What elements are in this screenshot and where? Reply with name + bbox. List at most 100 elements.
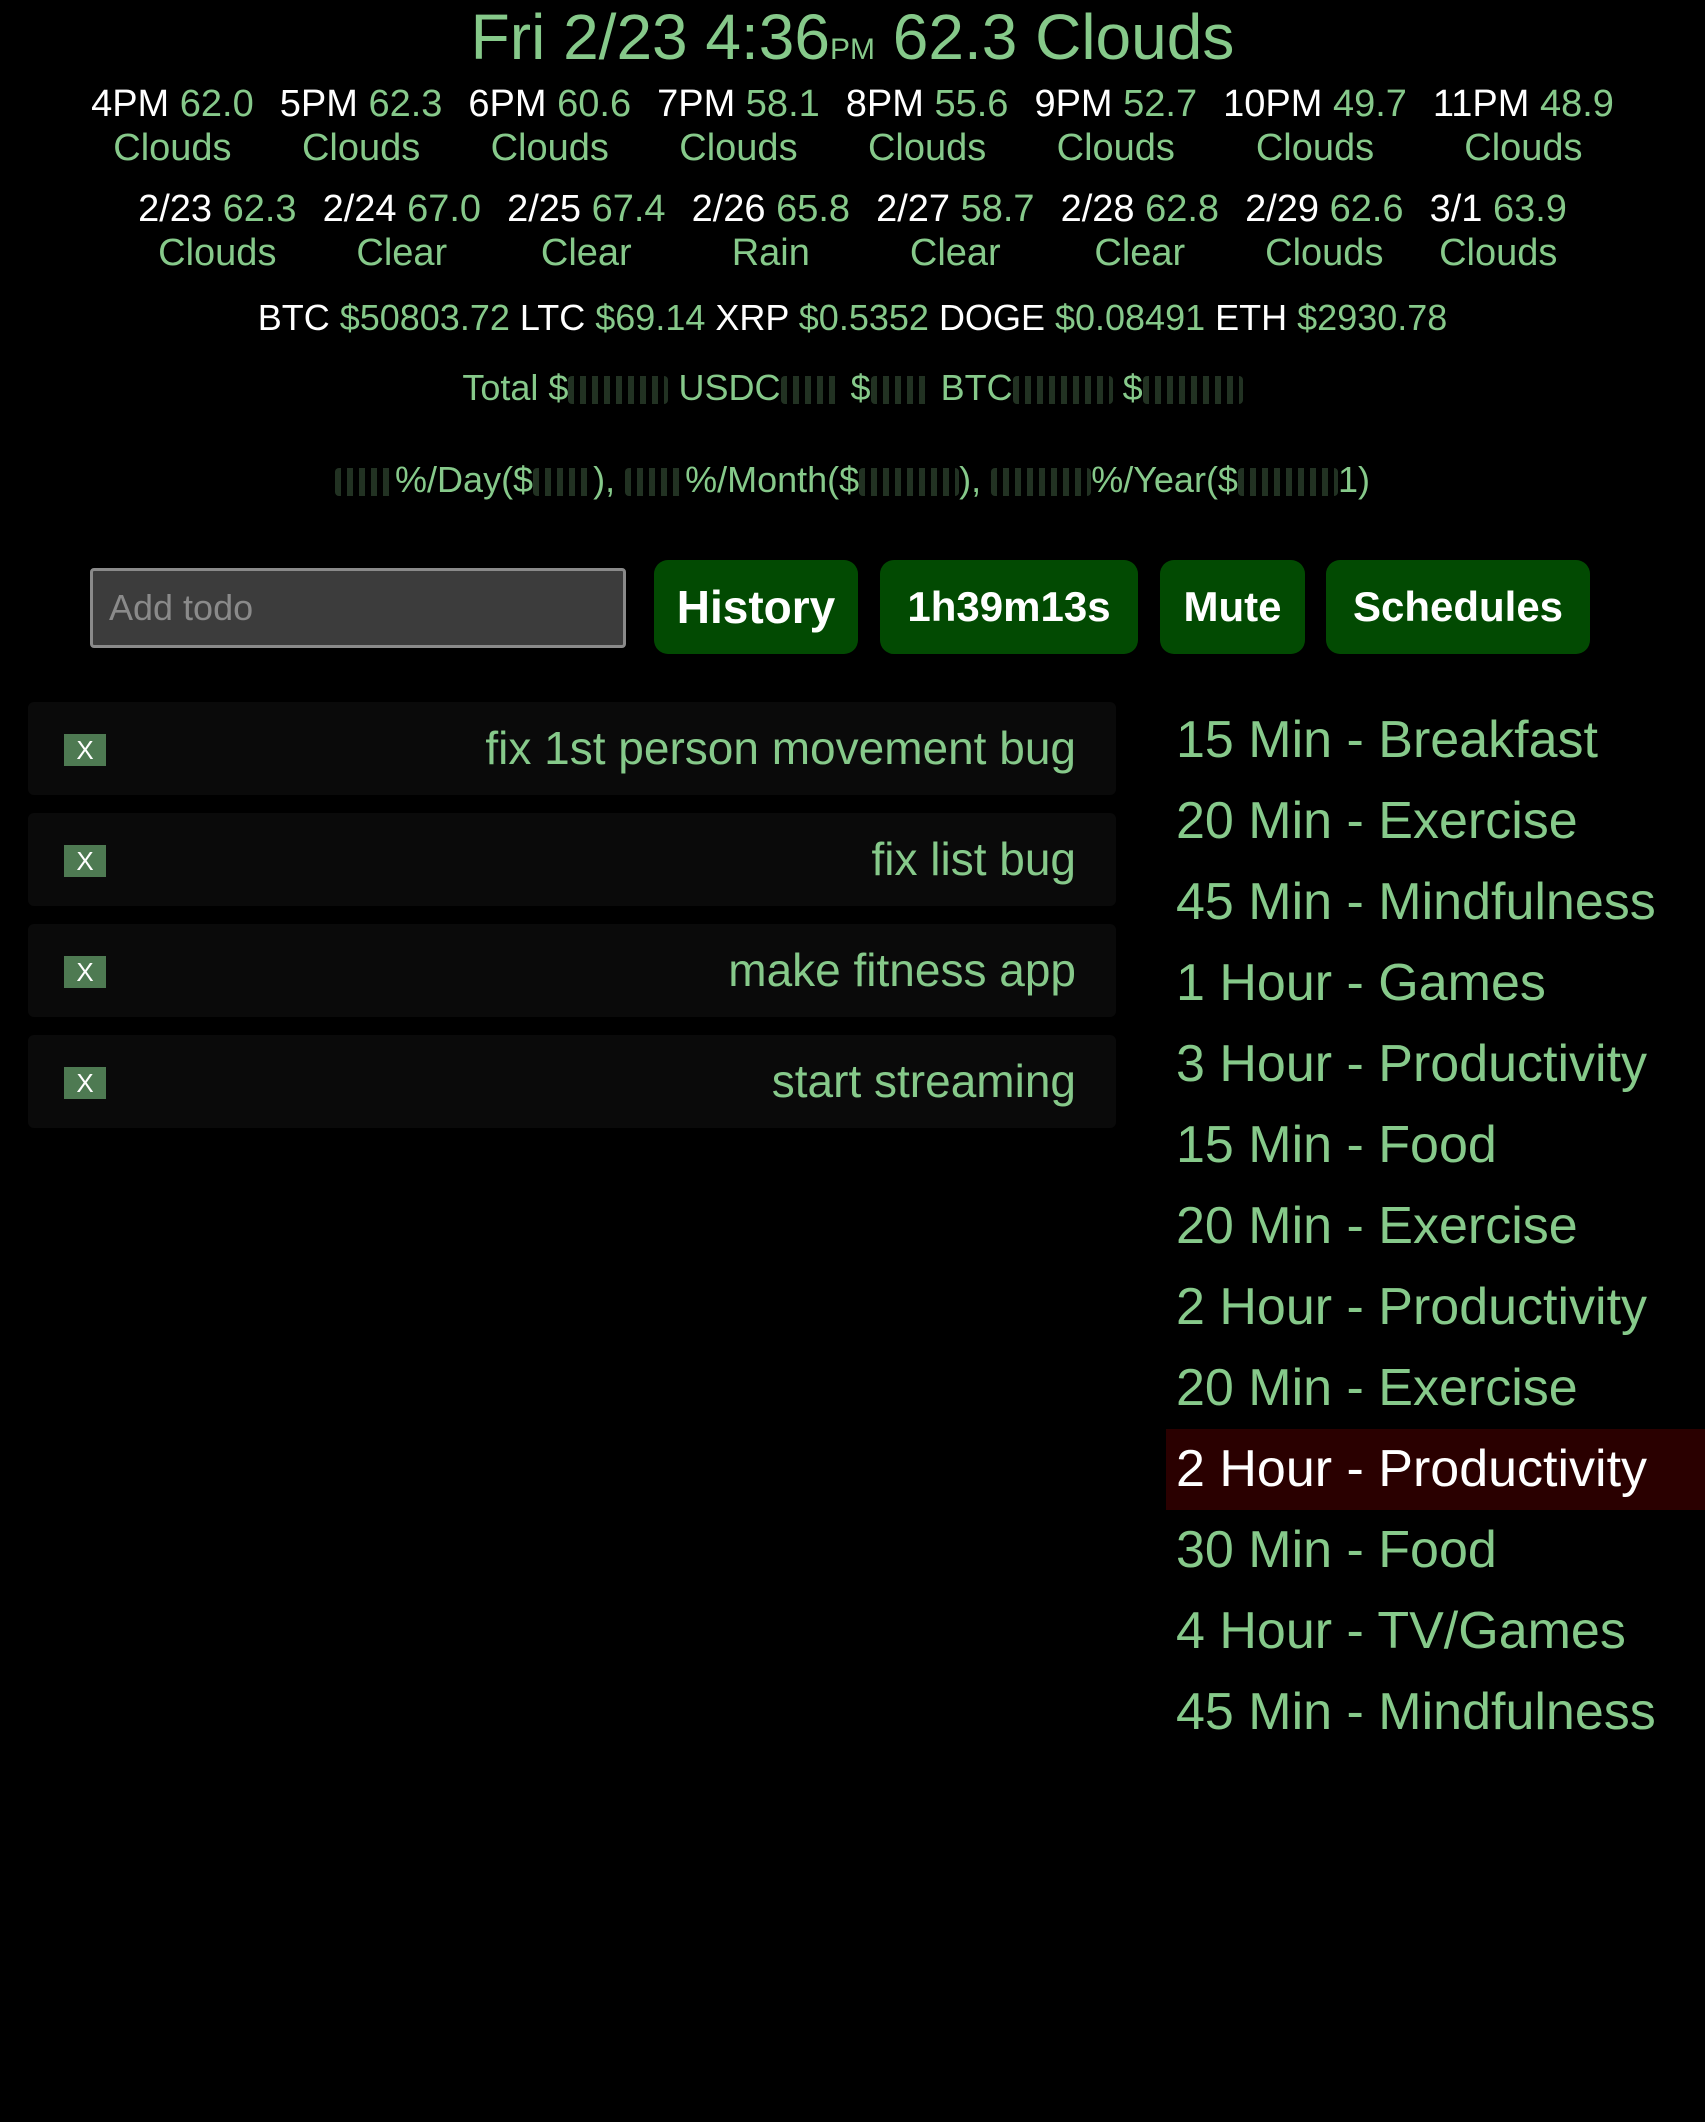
day-condition: Clouds: [1439, 232, 1558, 274]
schedule-item[interactable]: 20 Min - Exercise: [1166, 1348, 1705, 1429]
hour-condition: Clouds: [1056, 127, 1175, 169]
returns-month-label: %/Month($: [685, 459, 860, 500]
day-temp: 67.4: [591, 188, 666, 230]
crypto-price: $0.08491: [1054, 297, 1206, 338]
schedule-item[interactable]: 1 Hour - Games: [1166, 943, 1705, 1024]
todo-item: X make fitness app: [28, 924, 1116, 1017]
schedule-item[interactable]: 15 Min - Food: [1166, 1105, 1705, 1186]
header-date: 2/23: [563, 1, 688, 73]
crypto-symbol: DOGE: [938, 297, 1045, 338]
obscured-value: [568, 376, 669, 405]
crypto-symbol: XRP: [715, 297, 789, 338]
day-temp: 62.6: [1329, 188, 1404, 230]
schedule-item[interactable]: 2 Hour - Productivity: [1166, 1267, 1705, 1348]
remove-todo-button[interactable]: X: [64, 734, 106, 766]
day-label: 2/29: [1245, 188, 1320, 230]
day-temp: 65.8: [776, 188, 851, 230]
returns-day-label: %/Day($: [395, 459, 534, 500]
returns-summary: %/Day($), %/Month($), %/Year($ 1): [0, 458, 1705, 502]
hour-label: 8PM: [845, 83, 924, 125]
daily-forecast: 2/23 62.3 Clouds 2/24 67.0 Clear 2/25 67…: [0, 187, 1705, 275]
hour-temp: 52.7: [1123, 83, 1198, 125]
daily-forecast-item: 2/25 67.4 Clear: [507, 187, 666, 275]
daily-forecast-item: 2/23 62.3 Clouds: [138, 187, 297, 275]
hourly-forecast-item: 8PM 55.6 Clouds: [846, 82, 1009, 170]
day-temp: 62.8: [1145, 188, 1220, 230]
hour-temp: 48.9: [1539, 83, 1614, 125]
schedule-item[interactable]: 30 Min - Food: [1166, 1510, 1705, 1591]
obscured-value: [335, 468, 396, 497]
todo-text: start streaming: [771, 1055, 1076, 1107]
remove-todo-button[interactable]: X: [64, 845, 106, 877]
hourly-forecast-item: 7PM 58.1 Clouds: [657, 82, 820, 170]
portfolio-summary: Total $ USDC $ BTC $: [0, 366, 1705, 410]
schedule-item[interactable]: 15 Min - Breakfast: [1166, 700, 1705, 781]
day-condition: Clear: [909, 232, 1001, 274]
schedule-item[interactable]: 45 Min - Mindfulness: [1166, 862, 1705, 943]
day-temp: 58.7: [960, 188, 1035, 230]
obscured-value: [1012, 376, 1113, 405]
schedule-item[interactable]: 45 Min - Mindfulness: [1166, 1672, 1705, 1753]
todo-text: fix list bug: [871, 833, 1076, 885]
timer-button[interactable]: 1h39m13s: [880, 560, 1138, 654]
hour-temp: 62.0: [179, 83, 254, 125]
day-temp: 62.3: [222, 188, 297, 230]
day-label: 3/1: [1429, 188, 1483, 230]
day-condition: Rain: [731, 232, 810, 274]
todo-item: X fix list bug: [28, 813, 1116, 906]
hourly-forecast-item: 5PM 62.3 Clouds: [280, 82, 443, 170]
hourly-forecast-item: 6PM 60.6 Clouds: [468, 82, 631, 170]
returns-month-close: ),: [959, 459, 982, 500]
schedule-item[interactable]: 20 Min - Exercise: [1166, 781, 1705, 862]
hour-label: 5PM: [279, 83, 358, 125]
add-todo-input[interactable]: [90, 568, 626, 648]
crypto-price: $69.14: [595, 297, 706, 338]
day-temp: 63.9: [1492, 188, 1567, 230]
crypto-symbol: LTC: [519, 297, 586, 338]
hourly-forecast-item: 9PM 52.7 Clouds: [1034, 82, 1197, 170]
hour-label: 9PM: [1034, 83, 1113, 125]
returns-year-close: 1): [1337, 459, 1370, 500]
hour-label: 10PM: [1223, 83, 1323, 125]
header-temp: 62.3: [892, 1, 1018, 73]
portfolio-usdc-dollar: $: [850, 367, 871, 408]
hourly-forecast: 4PM 62.0 Clouds 5PM 62.3 Clouds 6PM 60.6…: [0, 82, 1705, 170]
hour-label: 6PM: [468, 83, 547, 125]
day-label: 2/23: [138, 188, 213, 230]
day-condition: Clear: [356, 232, 448, 274]
schedule-list: 15 Min - Breakfast 20 Min - Exercise 45 …: [1166, 700, 1705, 1753]
schedule-item[interactable]: 20 Min - Exercise: [1166, 1186, 1705, 1267]
crypto-price: $50803.72: [339, 297, 510, 338]
crypto-symbol: BTC: [257, 297, 330, 338]
hour-temp: 49.7: [1332, 83, 1407, 125]
mute-button[interactable]: Mute: [1160, 560, 1305, 654]
crypto-ticker: BTC $50803.72 LTC $69.14 XRP $0.5352 DOG…: [0, 296, 1705, 340]
portfolio-btc-dollar: $: [1122, 367, 1143, 408]
remove-todo-button[interactable]: X: [64, 1067, 106, 1099]
current-weather-header: Fri 2/23 4:36PM 62.3 Clouds: [0, 2, 1705, 85]
hour-temp: 60.6: [557, 83, 632, 125]
obscured-value: [1237, 468, 1338, 497]
remove-todo-button[interactable]: X: [64, 956, 106, 988]
hourly-forecast-item: 11PM 48.9 Clouds: [1433, 82, 1614, 170]
hour-condition: Clouds: [490, 127, 609, 169]
header-day: Fri: [470, 1, 546, 73]
hour-label: 7PM: [657, 83, 736, 125]
hour-temp: 58.1: [745, 83, 820, 125]
obscured-value: [859, 468, 960, 497]
hour-condition: Clouds: [1464, 127, 1583, 169]
hour-condition: Clouds: [1255, 127, 1375, 169]
obscured-value: [870, 376, 931, 405]
portfolio-usdc-label: USDC: [678, 367, 781, 408]
day-label: 2/27: [876, 188, 951, 230]
history-button[interactable]: History: [654, 560, 858, 654]
daily-forecast-item: 2/26 65.8 Rain: [692, 187, 851, 275]
day-condition: Clouds: [1265, 232, 1384, 274]
returns-year-label: %/Year($: [1091, 459, 1238, 500]
schedule-item[interactable]: 3 Hour - Productivity: [1166, 1024, 1705, 1105]
schedule-item[interactable]: 4 Hour - TV/Games: [1166, 1591, 1705, 1672]
schedule-item-active[interactable]: 2 Hour - Productivity: [1166, 1429, 1705, 1510]
schedules-button[interactable]: Schedules: [1326, 560, 1590, 654]
daily-forecast-item: 2/24 67.0 Clear: [323, 187, 482, 275]
day-condition: Clear: [540, 232, 632, 274]
